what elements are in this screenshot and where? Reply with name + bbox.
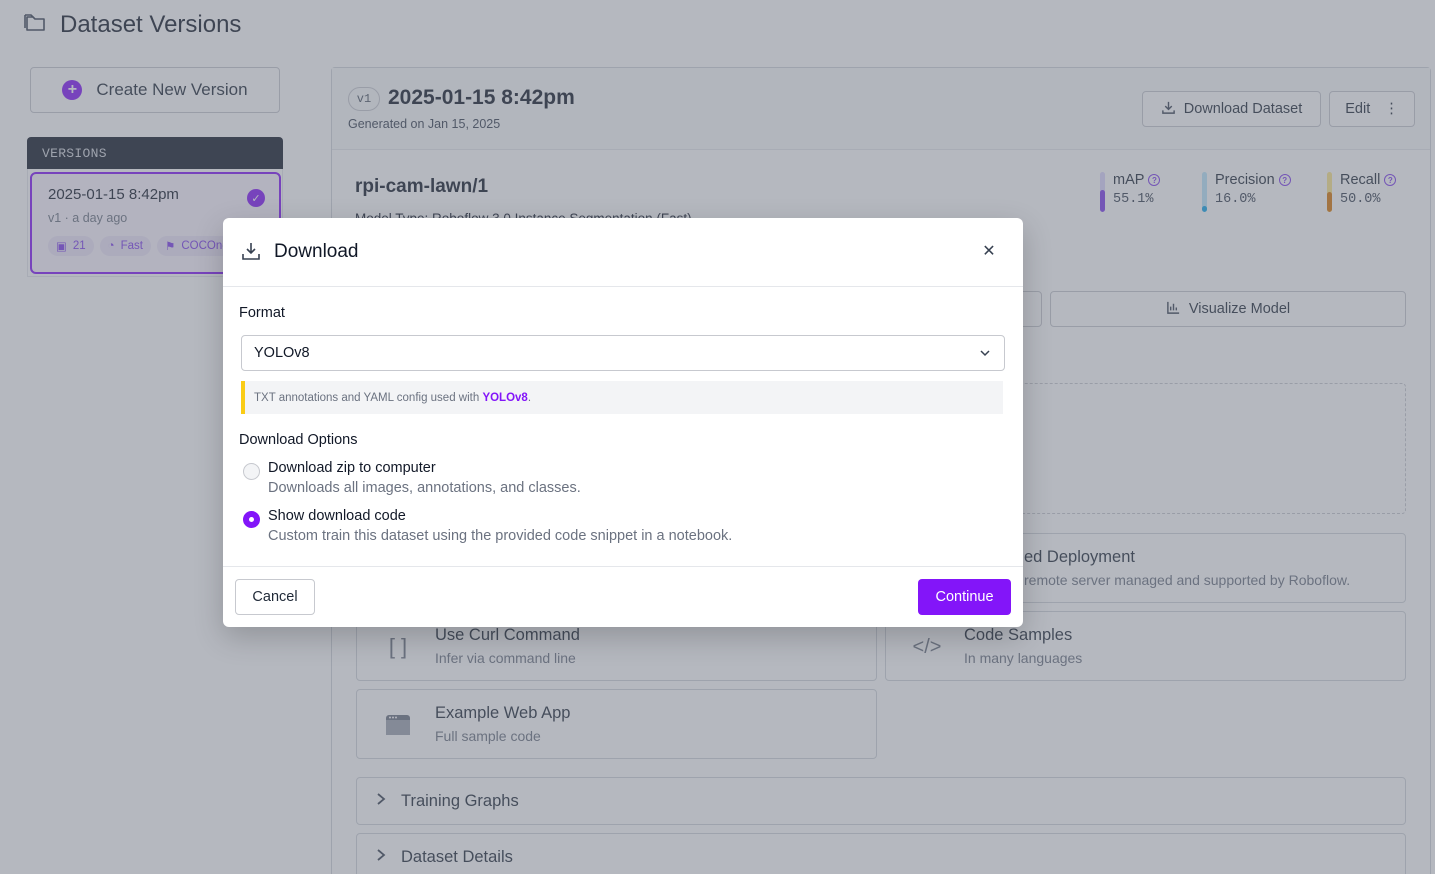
- option-title: Download zip to computer: [268, 460, 436, 476]
- format-label: Format: [239, 305, 285, 321]
- format-value: YOLOv8: [254, 345, 310, 361]
- continue-button[interactable]: Continue: [918, 579, 1011, 615]
- format-note-suffix: .: [527, 391, 532, 404]
- option-desc: Downloads all images, annotations, and c…: [268, 480, 581, 496]
- format-docs-link[interactable]: YOLOv8: [482, 392, 527, 404]
- modal-footer: Cancel Continue: [223, 566, 1023, 627]
- format-description: TXT annotations and YAML config used wit…: [241, 381, 1003, 414]
- download-options-label: Download Options: [239, 432, 358, 448]
- modal-title: Download: [274, 241, 359, 262]
- format-note-text: TXT annotations and YAML config used wit…: [254, 391, 483, 404]
- format-select[interactable]: YOLOv8: [241, 335, 1005, 371]
- radio-button[interactable]: [243, 511, 260, 528]
- radio-button[interactable]: [243, 463, 260, 480]
- close-icon[interactable]: ✕: [980, 242, 998, 260]
- cancel-button[interactable]: Cancel: [235, 579, 315, 615]
- download-modal: Download ✕ Format YOLOv8 TXT annotations…: [223, 218, 1023, 627]
- modal-header: Download ✕: [223, 218, 1023, 287]
- page: Dataset Versions + Create New Version VE…: [0, 0, 1435, 874]
- chevron-down-icon: [978, 346, 992, 364]
- download-icon: [241, 241, 261, 266]
- option-desc: Custom train this dataset using the prov…: [268, 528, 733, 544]
- option-title: Show download code: [268, 508, 406, 524]
